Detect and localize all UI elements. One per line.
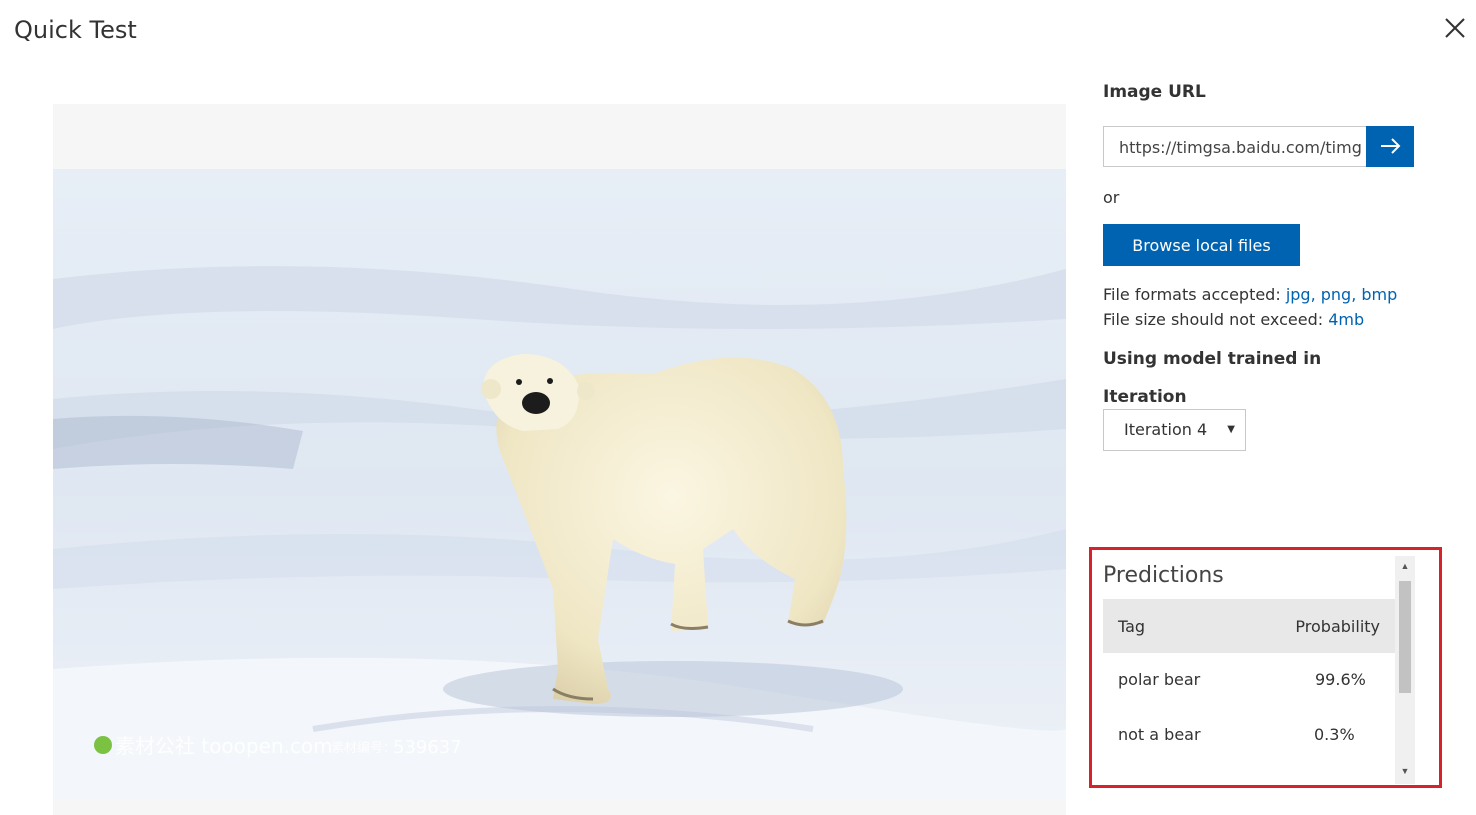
iteration-label: Iteration	[1103, 387, 1187, 407]
size-text: File size should not exceed: 4mb	[1103, 310, 1364, 329]
predictions-panel: Predictions Tag Probability polar bear 9…	[1103, 556, 1415, 784]
browse-local-files-button[interactable]: Browse local files	[1103, 224, 1300, 266]
table-row: not a bear 0.3%	[1103, 708, 1395, 763]
predictions-title: Predictions	[1103, 563, 1224, 588]
iteration-value: Iteration 4	[1124, 420, 1208, 439]
iteration-select[interactable]: Iteration 4 ▼	[1103, 409, 1246, 451]
quick-test-dialog: Quick Test 素材公社 tooopen.com 素材编号： 539637…	[0, 0, 1476, 815]
image-url-value: https://timgsa.baidu.com/timg	[1119, 138, 1362, 157]
formats-link[interactable]: jpg, png, bmp	[1286, 285, 1397, 304]
arrow-right-icon	[1381, 138, 1401, 154]
probability-cell: 0.3%	[1314, 725, 1355, 744]
close-icon[interactable]	[1441, 14, 1469, 42]
predictions-header: Tag Probability	[1103, 599, 1395, 653]
scroll-up-icon[interactable]: ▲	[1395, 561, 1415, 571]
tag-cell: not a bear	[1118, 725, 1201, 744]
model-heading: Using model trained in	[1103, 349, 1322, 369]
column-probability: Probability	[1295, 617, 1380, 636]
image-url-input[interactable]: https://timgsa.baidu.com/timg	[1103, 126, 1366, 167]
watermark-site: 素材公社 tooopen.com	[115, 734, 333, 758]
probability-cell: 99.6%	[1315, 670, 1366, 689]
formats-text: File formats accepted: jpg, png, bmp	[1103, 285, 1397, 304]
formats-prefix: File formats accepted:	[1103, 285, 1286, 304]
scroll-down-icon[interactable]: ▼	[1395, 766, 1415, 776]
size-limit: 4mb	[1328, 310, 1365, 329]
scroll-thumb[interactable]	[1399, 581, 1411, 693]
submit-url-button[interactable]	[1366, 126, 1414, 167]
tag-cell: polar bear	[1118, 670, 1201, 689]
watermark-id: 539637	[393, 737, 462, 758]
image-preview-footer	[53, 800, 1066, 815]
image-url-label: Image URL	[1103, 82, 1206, 102]
watermark-id-label: 素材编号：	[331, 741, 396, 756]
or-text: or	[1103, 188, 1120, 207]
chevron-down-icon: ▼	[1227, 424, 1235, 435]
column-tag: Tag	[1118, 617, 1146, 636]
dialog-title: Quick Test	[14, 16, 137, 44]
predictions-scrollbar[interactable]: ▲ ▼	[1395, 556, 1415, 784]
test-image: 素材公社 tooopen.com 素材编号： 539637	[53, 169, 1066, 800]
table-row: polar bear 99.6%	[1103, 653, 1395, 708]
size-prefix: File size should not exceed:	[1103, 310, 1329, 329]
